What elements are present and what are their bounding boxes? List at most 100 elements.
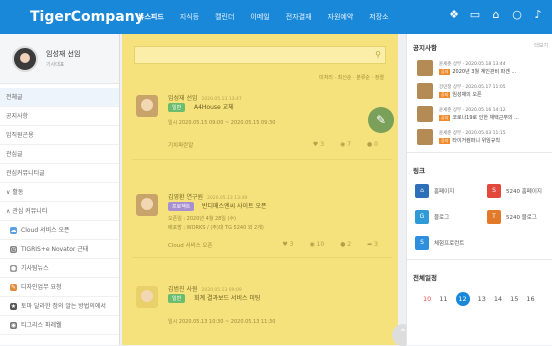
post-footer-label[interactable]: Cloud 서비스 오픈: [168, 241, 213, 249]
top-icons: ❖ ▭ ⌂ ○ ♪: [448, 9, 544, 21]
nav-reservation[interactable]: 자원예약: [320, 0, 362, 34]
link-5240-blog[interactable]: T 5240 블로그: [487, 207, 552, 227]
profile-role: 기사대표: [46, 62, 65, 68]
right-panel: 공지사항 더보기 윤세준 상무 · 2020.05.18 13:44 공지 2020년…: [406, 34, 552, 345]
blog-icon: G: [415, 210, 429, 224]
calendar-day[interactable]: 16: [526, 295, 534, 303]
nav-storage[interactable]: 저장소: [361, 0, 396, 34]
post-author: 김범진 사원: [168, 286, 198, 293]
notice-item[interactable]: 강민정 상무 · 2020.05.17 11:05 공지 임성채의 오픈: [407, 79, 552, 102]
like-count[interactable]: ♥ 3: [282, 241, 293, 248]
author-avatar: [417, 82, 433, 99]
avatar: [12, 45, 38, 72]
post-title[interactable]: 반디메스엔씨 사이트 오픈: [202, 201, 267, 210]
notice-badge: 공지: [439, 68, 451, 75]
bell-icon[interactable]: ♪: [532, 9, 544, 21]
search-input[interactable]: ⚲: [134, 46, 386, 64]
home-link-icon: ⌂: [415, 184, 429, 198]
community-item[interactable]: ● 기사팀뉴스: [0, 259, 119, 278]
feed-post[interactable]: 임성재 선임 2020.05.13 13:47 일반 A4House 교체 일시 …: [132, 89, 392, 160]
profile-card[interactable]: 임성재 선임 기사대표: [0, 34, 119, 84]
comment-count[interactable]: ● 0: [367, 141, 378, 148]
feed-filters[interactable]: 미처리 · 최신순 · 분류순 · 정렬: [319, 74, 384, 81]
post-detail: 오픈일 : 2020년 4월 28일 (수): [168, 216, 237, 222]
notice-item[interactable]: 윤세준 상무 · 2020.05.16 14:12 공지 코로나19로 인한 재택근…: [407, 102, 552, 125]
pencil-icon: ✎: [375, 113, 387, 127]
author-avatar: [417, 105, 433, 122]
calendar-day[interactable]: 10: [423, 295, 431, 303]
nav-newsfeed[interactable]: 뉴스피드: [130, 0, 172, 34]
link-experience[interactable]: S 체험프로런트: [415, 233, 487, 253]
notice-badge: 공지: [439, 114, 451, 121]
chat-icon[interactable]: ○: [511, 9, 523, 21]
nav-calendar[interactable]: 캘린더: [207, 0, 242, 34]
sidebar-group-community[interactable]: ∧ 관심 커뮤니티: [0, 202, 119, 221]
post-author: 김영환 연구원: [168, 194, 204, 201]
week-calendar: 10 11 12 13 14 15 16: [407, 286, 552, 312]
left-sidebar: 임성재 선임 기사대표 전체글 공지사항 임직원곤용 관심글 관심커뮤니티글 ∨…: [0, 34, 120, 345]
calendar-day[interactable]: 11: [439, 295, 447, 303]
share-count[interactable]: ➦ 3: [367, 241, 378, 248]
calendar-day-today[interactable]: 12: [455, 292, 470, 306]
calendar-day[interactable]: 13: [478, 295, 486, 303]
post-tag: 일반: [168, 294, 186, 303]
comment-count[interactable]: ● 2: [340, 241, 351, 248]
search-icon[interactable]: ⚲: [375, 50, 381, 59]
calendar-icon[interactable]: ▭: [469, 9, 481, 21]
community-item[interactable]: ◉ 티그리스 파레웰: [0, 316, 119, 335]
feed-post[interactable]: 김범진 사원 2020.05.13 09:09 일반 회계 결과보드 서비스 미팅…: [132, 280, 392, 338]
community-item[interactable]: ◷ TIGRIS+e Novator 근태: [0, 240, 119, 259]
nav-knowledge[interactable]: 지식등: [172, 0, 207, 34]
clock-icon: ◷: [10, 245, 17, 253]
like-count[interactable]: ♥ 3: [313, 141, 324, 148]
post-title[interactable]: A4House 교체: [194, 102, 234, 111]
sidebar-item-interest[interactable]: 관심글: [0, 145, 119, 164]
link-blog[interactable]: G 블로그: [415, 207, 487, 227]
author-avatar: [136, 194, 158, 216]
sidebar-item-staff[interactable]: 임직원곤용: [0, 126, 119, 145]
main-nav: 뉴스피드 지식등 캘린더 이메일 전자결재 자원예약 저장소: [130, 0, 397, 34]
notice-item[interactable]: 윤세준 상무 · 2020.05.18 13:44 공지 2020년 3월 계인관비…: [407, 56, 552, 79]
post-author: 임성재 선임: [168, 95, 198, 102]
s240-icon: S: [487, 184, 501, 198]
star-icon: ★: [10, 302, 17, 310]
notice-badge: 공지: [439, 91, 451, 98]
tigris-blog-icon: T: [487, 210, 501, 224]
calendar-day[interactable]: 14: [494, 295, 502, 303]
post-detail: 일시 2020.05.13 10:30 ~ 2020.05.13 11:30: [168, 319, 276, 325]
link-5240-homepage[interactable]: S 5240 홈페이지: [487, 181, 552, 201]
sidebar-item-all[interactable]: 전체글: [0, 88, 119, 107]
view-count: ◉ 7: [340, 141, 352, 148]
author-avatar: [136, 286, 158, 308]
nav-approval[interactable]: 전자결재: [278, 0, 320, 34]
notice-item[interactable]: 윤세준 상무 · 2020.05.03 11:15 공지 타이거컴퍼니 위임규칙: [407, 125, 552, 148]
sidebar-item-notices[interactable]: 공지사항: [0, 107, 119, 126]
divider: [407, 259, 552, 260]
view-count: ◉ 10: [309, 241, 325, 248]
notice-badge: 공지: [439, 137, 451, 144]
tiger-icon: ◉: [10, 321, 17, 329]
community-item[interactable]: ★ 토마 달라한 정의 알는 방법의에서: [0, 297, 119, 316]
community-item[interactable]: ✎ 디자인업무 요청: [0, 278, 119, 297]
post-title[interactable]: 회계 결과보드 서비스 미팅: [194, 293, 260, 302]
community-item[interactable]: ☁ Cloud 서비스 오픈: [0, 221, 119, 240]
post-footer-label[interactable]: 기치파란알: [168, 141, 193, 149]
notices-heading: 공지사항 더보기: [413, 42, 548, 52]
profile-name: 임성재 선임: [46, 50, 81, 58]
link-homepage[interactable]: ⌂ 홈페이지: [415, 181, 487, 201]
gift-icon[interactable]: ❖: [448, 9, 460, 21]
org-chart-icon[interactable]: ⌂: [490, 9, 502, 21]
author-avatar: [136, 95, 158, 117]
nav-email[interactable]: 이메일: [242, 0, 277, 34]
company-logo[interactable]: TigerCompany: [0, 9, 144, 25]
sidebar-group-activity[interactable]: ∨ 활동: [0, 183, 119, 202]
compose-button[interactable]: ✎: [368, 107, 394, 133]
feed-post[interactable]: 김영환 연구원 2020.05.13 13:49 프로젝트 반디메스엔씨 사이트 …: [132, 188, 392, 258]
calendar-day[interactable]: 15: [510, 295, 518, 303]
sidebar-item-interest-community[interactable]: 관심커뮤니티글: [0, 164, 119, 183]
s-logo-icon: S: [415, 236, 429, 250]
feed-area: ⚲ 미처리 · 최신순 · 분류순 · 정렬 임성재 선임 2020.05.13 …: [122, 34, 398, 345]
post-tag: 프로젝트: [168, 202, 195, 211]
notices-more-link[interactable]: 더보기: [534, 42, 548, 49]
post-tag: 일반: [168, 103, 186, 112]
